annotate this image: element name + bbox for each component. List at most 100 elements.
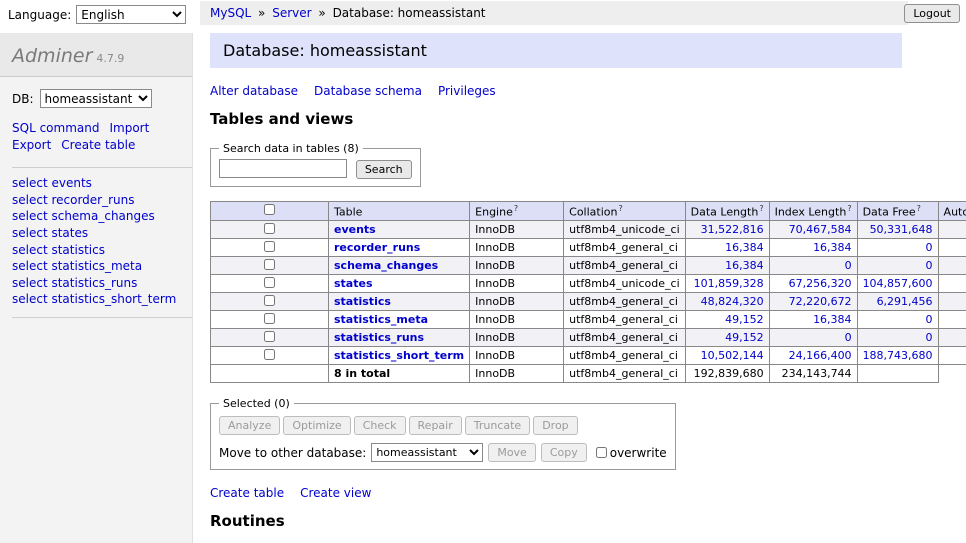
table-name-link[interactable]: statistics_meta xyxy=(334,313,428,326)
index-length-cell: 24,166,400 xyxy=(769,347,857,365)
selected-action-button[interactable]: Analyze xyxy=(219,416,280,435)
table-name-link[interactable]: states xyxy=(334,277,373,290)
data-free-link[interactable]: 0 xyxy=(926,259,933,272)
selected-action-button[interactable]: Repair xyxy=(409,416,462,435)
index-length-cell: 0 xyxy=(769,257,857,275)
sidebar-select-table-link[interactable]: select states xyxy=(12,226,192,243)
sidebar-command-link[interactable]: Export xyxy=(12,138,51,152)
row-checkbox[interactable] xyxy=(264,331,275,342)
db-select[interactable]: homeassistant xyxy=(40,89,152,108)
breadcrumb-link-mysql[interactable]: MySQL xyxy=(210,6,251,20)
index-length-link[interactable]: 24,166,400 xyxy=(789,349,852,362)
column-help-link[interactable]: ? xyxy=(514,204,518,213)
row-checkbox[interactable] xyxy=(264,313,275,324)
data-free-link[interactable]: 0 xyxy=(926,313,933,326)
index-length-link[interactable]: 0 xyxy=(845,331,852,344)
data-length-link[interactable]: 16,384 xyxy=(725,241,764,254)
select-all-checkbox[interactable] xyxy=(264,204,275,215)
collation-cell: utf8mb4_general_ci xyxy=(564,347,685,365)
data-length-link[interactable]: 49,152 xyxy=(725,313,764,326)
collation-cell: utf8mb4_general_ci xyxy=(564,329,685,347)
sidebar-select-table-link[interactable]: select statistics_runs xyxy=(12,275,192,292)
search-input[interactable] xyxy=(219,159,347,178)
auto-increment-cell: 33,898,196 xyxy=(938,221,966,239)
table-name-cell: statistics_runs xyxy=(329,329,470,347)
row-checkbox[interactable] xyxy=(264,259,275,270)
data-free-cell: 50,331,648 xyxy=(857,221,938,239)
column-help-link[interactable]: ? xyxy=(917,204,921,213)
data-free-link[interactable]: 6,291,456 xyxy=(877,295,933,308)
engine-cell: InnoDB xyxy=(470,293,564,311)
row-checkbox[interactable] xyxy=(264,295,275,306)
table-row: statistics_meta InnoDB utf8mb4_general_c… xyxy=(211,311,966,329)
sidebar-command-link[interactable]: Import xyxy=(109,121,149,135)
row-checkbox[interactable] xyxy=(264,223,275,234)
column-help-link[interactable]: ? xyxy=(618,204,622,213)
search-button[interactable]: Search xyxy=(356,160,412,179)
sidebar-select-table-link[interactable]: select statistics_short_term xyxy=(12,292,192,309)
breadcrumb-link-server[interactable]: Server xyxy=(272,6,311,20)
collation-cell: utf8mb4_general_ci xyxy=(564,257,685,275)
data-length-link[interactable]: 16,384 xyxy=(725,259,764,272)
database-action-link[interactable]: Alter database xyxy=(210,84,298,98)
data-free-link[interactable]: 188,743,680 xyxy=(863,349,933,362)
index-length-link[interactable]: 16,384 xyxy=(813,241,852,254)
index-length-link[interactable]: 72,220,672 xyxy=(789,295,852,308)
data-free-link[interactable]: 0 xyxy=(926,331,933,344)
column-header: Index Length? xyxy=(769,201,857,221)
totals-empty-cell xyxy=(211,365,329,383)
row-select-cell xyxy=(211,347,329,365)
table-name-link[interactable]: statistics_short_term xyxy=(334,349,464,362)
move-button[interactable]: Move xyxy=(488,443,536,462)
row-checkbox[interactable] xyxy=(264,277,275,288)
sidebar-select-table-link[interactable]: select events xyxy=(12,176,192,193)
data-length-link[interactable]: 31,522,816 xyxy=(701,223,764,236)
index-length-link[interactable]: 16,384 xyxy=(813,313,852,326)
sidebar-command-link[interactable]: Create table xyxy=(61,138,135,152)
column-help-link[interactable]: ? xyxy=(759,204,763,213)
overwrite-checkbox[interactable] xyxy=(596,447,607,458)
sidebar-select-table-link[interactable]: select statistics xyxy=(12,242,192,259)
copy-button[interactable]: Copy xyxy=(541,443,587,462)
create-link[interactable]: Create table xyxy=(210,486,284,500)
sidebar-command-link[interactable]: SQL command xyxy=(12,121,99,135)
column-header: Auto Increment? xyxy=(938,201,966,221)
selected-action-button[interactable]: Check xyxy=(354,416,406,435)
column-help-link[interactable]: ? xyxy=(847,204,851,213)
index-length-link[interactable]: 0 xyxy=(845,259,852,272)
index-length-link[interactable]: 70,467,584 xyxy=(789,223,852,236)
index-length-link[interactable]: 67,256,320 xyxy=(789,277,852,290)
move-database-select[interactable]: homeassistant xyxy=(371,443,483,462)
selected-action-button[interactable]: Truncate xyxy=(465,416,530,435)
sidebar-select-table-link[interactable]: select recorder_runs xyxy=(12,192,192,209)
data-free-link[interactable]: 50,331,648 xyxy=(870,223,933,236)
data-free-link[interactable]: 0 xyxy=(926,241,933,254)
data-length-link[interactable]: 101,859,328 xyxy=(694,277,764,290)
app-version: 4.7.9 xyxy=(96,52,124,65)
data-free-link[interactable]: 104,857,600 xyxy=(863,277,933,290)
row-checkbox[interactable] xyxy=(264,349,275,360)
table-name-link[interactable]: statistics_runs xyxy=(334,331,424,344)
table-name-link[interactable]: statistics xyxy=(334,295,391,308)
sidebar-select-table-link[interactable]: select schema_changes xyxy=(12,209,192,226)
logout-button[interactable]: Logout xyxy=(904,4,960,23)
selected-action-button[interactable]: Drop xyxy=(533,416,577,435)
table-name-link[interactable]: schema_changes xyxy=(334,259,438,272)
selected-action-button[interactable]: Optimize xyxy=(283,416,350,435)
table-name-link[interactable]: events xyxy=(334,223,376,236)
table-name-link[interactable]: recorder_runs xyxy=(334,241,420,254)
data-length-link[interactable]: 49,152 xyxy=(725,331,764,344)
move-label: Move to other database: xyxy=(219,446,366,460)
data-length-cell: 16,384 xyxy=(685,257,769,275)
data-length-link[interactable]: 10,502,144 xyxy=(701,349,764,362)
database-action-link[interactable]: Database schema xyxy=(314,84,422,98)
data-length-link[interactable]: 48,824,320 xyxy=(701,295,764,308)
command-links: SQL command Import Export Create table xyxy=(12,120,180,155)
language-select[interactable]: English xyxy=(76,5,186,24)
sidebar-select-table-link[interactable]: select statistics_meta xyxy=(12,259,192,276)
breadcrumb: MySQL » Server » Database: homeassistant xyxy=(200,1,908,25)
auto-increment-cell: 325 xyxy=(938,311,966,329)
database-action-link[interactable]: Privileges xyxy=(438,84,496,98)
row-checkbox[interactable] xyxy=(264,241,275,252)
create-link[interactable]: Create view xyxy=(300,486,371,500)
